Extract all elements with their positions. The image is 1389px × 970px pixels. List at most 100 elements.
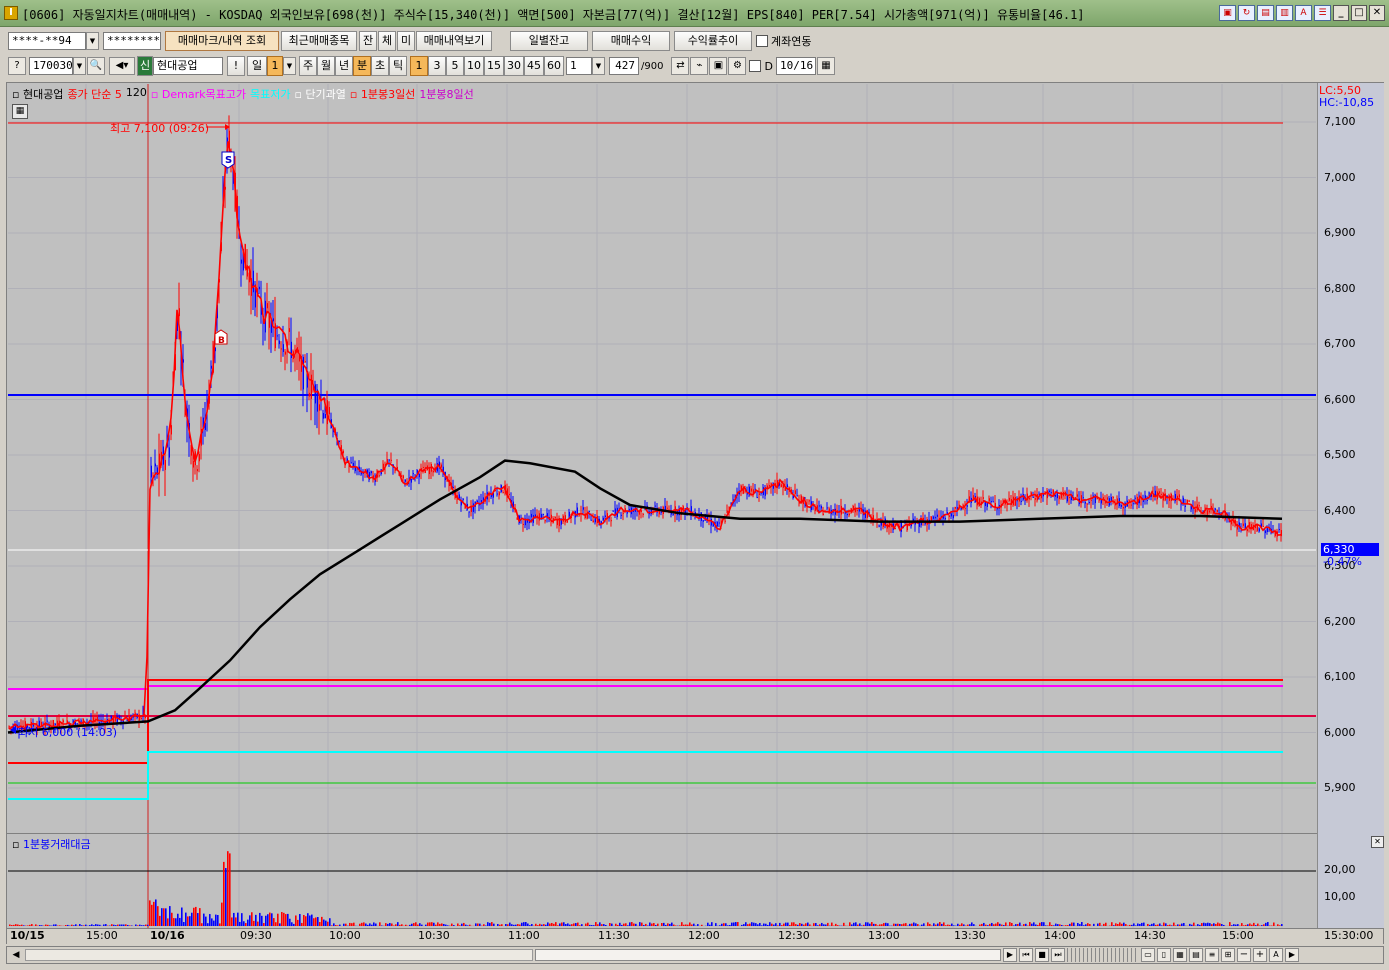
volume-bar bbox=[687, 924, 689, 926]
table-icon[interactable]: ▦ bbox=[12, 104, 28, 119]
candle-body bbox=[80, 720, 82, 722]
fast-forward-icon[interactable]: ⏭ bbox=[1051, 948, 1065, 962]
scroll-thumb[interactable] bbox=[535, 949, 1001, 961]
volume-bar bbox=[451, 923, 453, 926]
scroll-right-icon[interactable]: ▶ bbox=[1285, 948, 1299, 962]
volume-bar bbox=[573, 923, 575, 926]
volume-bar bbox=[987, 925, 989, 926]
candle-body bbox=[550, 514, 552, 519]
stop-icon[interactable]: ■ bbox=[1035, 948, 1049, 962]
list-icon[interactable]: ≡ bbox=[1205, 948, 1219, 962]
candle-body bbox=[278, 340, 280, 345]
step-back-icon[interactable]: ⏮ bbox=[1019, 948, 1033, 962]
volume-bar bbox=[737, 922, 739, 926]
volume-bar bbox=[1205, 923, 1207, 926]
volume-bar bbox=[251, 912, 253, 926]
legend-item[interactable]: ▫ 현대공업 bbox=[12, 86, 63, 102]
volume-bar bbox=[443, 923, 445, 926]
volume-bar bbox=[83, 925, 85, 926]
scale-icon[interactable]: A bbox=[1269, 948, 1283, 962]
volume-bar bbox=[569, 924, 571, 926]
time-label: 15:00 bbox=[86, 929, 118, 942]
candle-body bbox=[508, 493, 510, 496]
candle-body bbox=[370, 471, 372, 474]
candle-body bbox=[560, 520, 562, 525]
volume-bar bbox=[761, 925, 763, 926]
volume-bar bbox=[465, 924, 467, 926]
chart-scrollbar[interactable]: ◀ ▶ ⏮ ■ ⏭ ▭ ▯ ▦ ▤ ≡ ⊞ − + A ▶ bbox=[6, 946, 1384, 964]
legend-item[interactable]: ▫ 1분봉3일선 bbox=[350, 86, 415, 102]
candle-body bbox=[140, 717, 142, 719]
scroll-track[interactable] bbox=[25, 949, 533, 961]
legend-item[interactable]: 종가 단순 5 bbox=[67, 86, 121, 102]
layout-icon[interactable]: ⊞ bbox=[1221, 948, 1235, 962]
volume-bar bbox=[1261, 925, 1263, 926]
volume-bar bbox=[709, 924, 711, 926]
volume-bar bbox=[807, 922, 809, 926]
volume-bar bbox=[413, 923, 415, 926]
candle-body bbox=[1088, 501, 1090, 503]
panel-close-icon[interactable]: ✕ bbox=[1371, 836, 1384, 848]
volume-bar bbox=[201, 923, 203, 926]
legend-item[interactable]: 목표저가 bbox=[250, 86, 290, 102]
legend-item[interactable]: ▫ Demark목표고가 bbox=[151, 86, 246, 102]
volume-bar bbox=[729, 925, 731, 926]
volume-bar bbox=[1213, 923, 1215, 926]
volume-bar bbox=[673, 924, 675, 926]
volume-bar bbox=[815, 923, 817, 926]
price-tick: 6,600 bbox=[1324, 392, 1356, 406]
volume-bar bbox=[245, 923, 247, 926]
legend-item[interactable]: ▫ 단기과열 bbox=[294, 86, 345, 102]
volume-bar bbox=[667, 923, 669, 926]
volume-bar bbox=[653, 923, 655, 926]
legend-item[interactable]: 1분봉8일선 bbox=[419, 86, 473, 102]
candle-body bbox=[966, 505, 968, 507]
table-view-icon[interactable]: ▤ bbox=[1189, 948, 1203, 962]
play-icon[interactable]: ▶ bbox=[1003, 948, 1017, 962]
candle-body bbox=[144, 715, 146, 719]
volume-bar bbox=[767, 924, 769, 926]
volume-bar bbox=[299, 914, 301, 926]
legend-item[interactable]: 120 bbox=[126, 86, 147, 102]
volume-bar bbox=[1093, 923, 1095, 926]
volume-bar bbox=[665, 924, 667, 926]
scroll-left-icon[interactable]: ◀ bbox=[9, 948, 23, 962]
volume-bar bbox=[135, 924, 137, 926]
volume-bar bbox=[1191, 924, 1193, 926]
volume-bar bbox=[269, 912, 271, 926]
volume-label-text: 1분봉거래대금 bbox=[22, 838, 91, 851]
fit-icon[interactable]: ▯ bbox=[1157, 948, 1171, 962]
volume-bar bbox=[897, 923, 899, 926]
grid-icon[interactable]: ▦ bbox=[1173, 948, 1187, 962]
volume-bar bbox=[137, 925, 139, 926]
speed-slider[interactable] bbox=[1067, 948, 1139, 962]
candle-body bbox=[1208, 510, 1210, 513]
volume-bar bbox=[393, 925, 395, 926]
volume-bar bbox=[1059, 924, 1061, 926]
candle-body bbox=[1184, 505, 1186, 508]
zoom-icon[interactable]: ▭ bbox=[1141, 948, 1155, 962]
candle-body bbox=[1082, 497, 1084, 499]
volume-bar bbox=[187, 916, 189, 926]
candle-body bbox=[378, 475, 380, 477]
candle-body bbox=[990, 501, 992, 503]
volume-bar bbox=[513, 924, 515, 926]
volume-bar bbox=[671, 922, 673, 926]
volume-bar bbox=[755, 923, 757, 926]
chart-canvas[interactable]: SB bbox=[0, 0, 1389, 946]
volume-bar bbox=[15, 924, 17, 926]
volume-bar bbox=[757, 924, 759, 926]
candle-body bbox=[610, 520, 612, 522]
volume-bar bbox=[997, 922, 999, 926]
candle-body bbox=[654, 505, 656, 507]
zoom-in-icon[interactable]: + bbox=[1253, 948, 1267, 962]
volume-bar bbox=[365, 923, 367, 926]
volume-bar bbox=[235, 917, 237, 926]
volume-bar bbox=[1235, 924, 1237, 926]
volume-bar bbox=[1099, 922, 1101, 926]
volume-bar bbox=[291, 922, 293, 926]
candle-body bbox=[390, 459, 392, 461]
buy-mark-label: B bbox=[218, 336, 225, 346]
volume-bar bbox=[909, 923, 911, 926]
zoom-out-icon[interactable]: − bbox=[1237, 948, 1251, 962]
